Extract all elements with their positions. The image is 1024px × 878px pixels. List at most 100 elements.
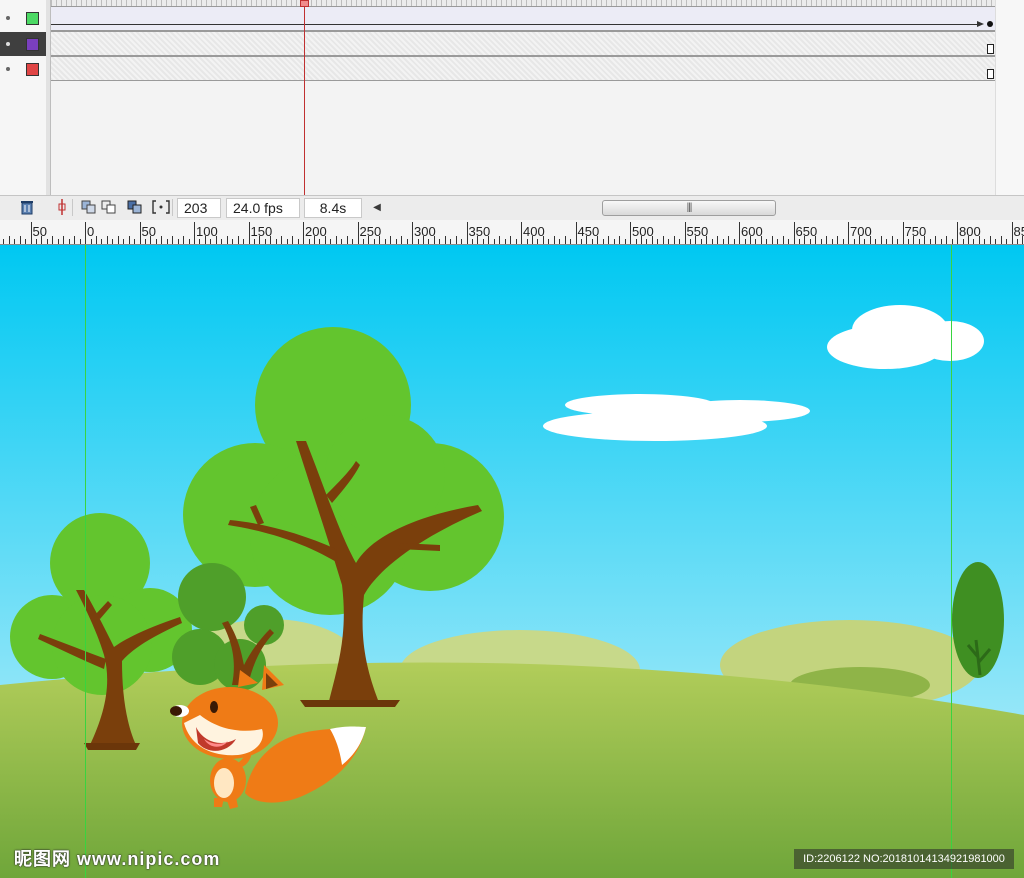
- ruler-tick: [684, 222, 686, 244]
- ruler-label: 800: [959, 224, 981, 239]
- frame-grid[interactable]: [51, 0, 1024, 195]
- ruler-label: 85: [1013, 224, 1024, 239]
- ruler-tick: [929, 239, 931, 244]
- ruler-tick: [875, 239, 877, 244]
- ruler-tick: [335, 236, 337, 244]
- onion-skin-icon[interactable]: [80, 199, 98, 216]
- ruler-label: 250: [359, 224, 382, 239]
- ruler-tick: [117, 236, 119, 244]
- ruler-tick: [733, 239, 735, 244]
- ruler-tick: [297, 239, 299, 244]
- keyframe-empty[interactable]: [987, 69, 994, 79]
- frame-track-3[interactable]: [51, 56, 995, 81]
- ruler-tick: [951, 239, 953, 244]
- ruler-tick: [886, 239, 888, 244]
- ruler-tick: [221, 239, 223, 244]
- ruler-label: 150: [250, 224, 273, 239]
- ruler-tick: [799, 239, 800, 244]
- ruler-tick: [989, 236, 991, 244]
- ruler-tick: [106, 236, 108, 244]
- onion-markers-icon[interactable]: [150, 199, 173, 216]
- ruler-tick: [940, 239, 942, 244]
- ruler-tick: [264, 239, 266, 244]
- layer-color-swatch[interactable]: [26, 63, 39, 76]
- visibility-dot-icon[interactable]: [6, 67, 10, 71]
- ruler-tick: [346, 236, 348, 244]
- ruler-tick: [19, 236, 21, 244]
- layer-row-1[interactable]: [0, 6, 46, 30]
- ruler-tick: [194, 222, 195, 244]
- ruler-label: 700: [850, 224, 872, 239]
- ruler-tick: [466, 222, 468, 244]
- ruler-label: 500: [632, 224, 654, 239]
- image-id-watermark: ID:2206122 NO:20181014134921981000: [794, 849, 1014, 869]
- ruler-tick: [254, 239, 255, 244]
- scroll-left-arrow-icon[interactable]: ◀: [370, 199, 384, 216]
- layer-row-3[interactable]: [0, 57, 46, 81]
- ruler-tick: [139, 222, 141, 244]
- ruler-tick: [837, 236, 839, 244]
- ruler-tick: [619, 236, 621, 244]
- guide-line-right[interactable]: [951, 245, 952, 878]
- playhead-handle[interactable]: [300, 0, 309, 7]
- ruler-tick: [90, 239, 92, 244]
- frame-track-2[interactable]: [51, 31, 995, 56]
- layer-color-swatch[interactable]: [26, 38, 39, 51]
- guide-line-left[interactable]: [85, 245, 86, 878]
- ruler-tick: [635, 239, 637, 244]
- ruler-tick: [575, 222, 577, 244]
- ruler-tick: [330, 239, 332, 244]
- ruler-tick: [450, 239, 452, 244]
- ruler-tick: [183, 236, 185, 244]
- scrollbar-thumb[interactable]: |||: [602, 200, 776, 216]
- ruler-tick: [123, 239, 125, 244]
- trash-icon[interactable]: [18, 199, 36, 216]
- layer-color-swatch[interactable]: [26, 12, 39, 25]
- ruler-tick: [406, 239, 408, 244]
- tween-arrowhead-icon: [977, 21, 984, 27]
- center-frame-icon[interactable]: [52, 199, 73, 216]
- keyframe-filled[interactable]: [987, 21, 993, 27]
- ruler-tick: [848, 222, 849, 244]
- ruler-tick: [728, 236, 730, 244]
- ruler-tick: [591, 239, 593, 244]
- playhead-line: [304, 0, 305, 195]
- ruler-label: 200: [305, 224, 327, 239]
- ruler-tick: [711, 239, 713, 244]
- ruler-tick: [739, 222, 740, 244]
- frame-track-1[interactable]: [51, 6, 995, 31]
- ruler-tick: [232, 239, 234, 244]
- ruler-label: 650: [795, 224, 818, 239]
- ruler-tick: [357, 222, 359, 244]
- ruler-tick: [444, 236, 446, 244]
- ruler-tick: [161, 236, 163, 244]
- ruler-tick: [79, 239, 81, 244]
- current-frame-field[interactable]: 203: [177, 198, 221, 218]
- ruler-label: 50: [32, 224, 47, 239]
- frame-rate-field[interactable]: 24.0 fps: [226, 198, 300, 218]
- ruler-tick: [630, 222, 631, 244]
- layer-row-2[interactable]: [0, 32, 46, 56]
- ruler-tick: [439, 239, 441, 244]
- ruler-tick: [777, 239, 779, 244]
- keyframe-empty[interactable]: [987, 44, 994, 54]
- visibility-dot-icon[interactable]: [6, 16, 10, 20]
- ruler-tick: [613, 239, 615, 244]
- ruler-tick: [1006, 239, 1008, 244]
- visibility-dot-icon[interactable]: [6, 42, 10, 46]
- ruler-tick: [902, 222, 904, 244]
- ruler-tick: [744, 239, 746, 244]
- ruler-tick: [755, 239, 757, 244]
- ruler-tick: [472, 239, 473, 244]
- onion-skin-outlines-icon[interactable]: [100, 199, 118, 216]
- ruler-tick: [891, 236, 893, 244]
- ruler-tick: [809, 239, 811, 244]
- stage-canvas[interactable]: 昵图网 www.nipic.com ID:2206122 NO:20181014…: [0, 245, 1024, 878]
- ruler-tick: [581, 239, 582, 244]
- ruler-tick: [210, 239, 212, 244]
- ruler-tick: [957, 222, 958, 244]
- ruler-tick: [608, 236, 610, 244]
- edit-multiple-frames-icon[interactable]: [126, 199, 144, 216]
- ruler-label: 350: [468, 224, 491, 239]
- timeline-horizontal-scrollbar[interactable]: |||: [392, 200, 1024, 216]
